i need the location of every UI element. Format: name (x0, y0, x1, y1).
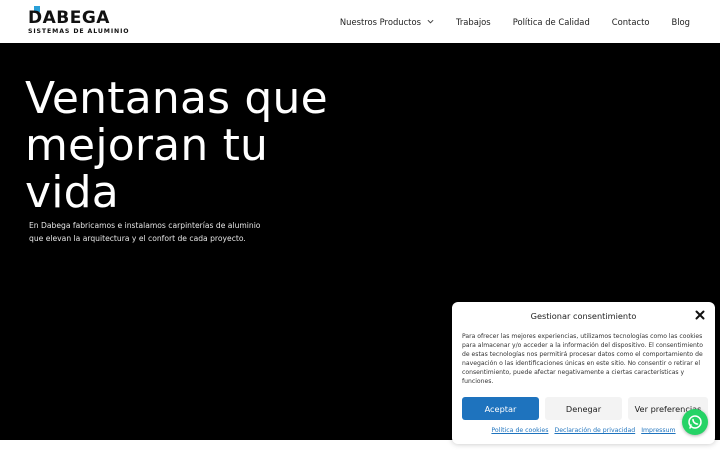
close-icon[interactable] (695, 310, 705, 320)
consent-body-text: Para ofrecer las mejores experiencias, u… (462, 333, 703, 386)
nav-item-trabajos[interactable]: Trabajos (456, 17, 491, 27)
hero-title-line: mejoran tu (25, 120, 269, 171)
hero-title-line: vida (25, 167, 119, 218)
nav-label: Política de Calidad (512, 16, 590, 27)
nav-label: Nuestros Productos (339, 16, 421, 27)
nav-item-politica-calidad[interactable]: Política de Calidad (513, 17, 590, 27)
privacy-statement-link[interactable]: Declaración de privacidad (554, 427, 635, 434)
nav-item-nuestros-productos[interactable]: Nuestros Productos (340, 17, 434, 27)
hero-text-line: que elevan la arquitectura y el confort … (29, 234, 246, 243)
nav-label: Blog (671, 16, 690, 27)
site-header: DABEGA SISTEMAS DE ALUMINIO Nuestros Pro… (0, 0, 720, 43)
hero-title: Ventanas que mejoran tu vida (25, 75, 365, 216)
logo-subtitle: SISTEMAS DE ALUMINIO (28, 28, 130, 35)
nav-item-blog[interactable]: Blog (671, 17, 690, 27)
dabega-logo[interactable]: DABEGA SISTEMAS DE ALUMINIO (28, 6, 129, 36)
hero-text-line: En Dabega fabricamos e instalamos carpin… (29, 221, 261, 230)
nav-label: Contacto (611, 16, 650, 27)
deny-button[interactable]: Denegar (545, 397, 622, 420)
nav-item-contacto[interactable]: Contacto (612, 17, 650, 27)
main-nav: Nuestros Productos Trabajos Política de … (340, 0, 690, 43)
nav-label: Trabajos (455, 16, 491, 27)
hero-title-line: Ventanas que (25, 73, 328, 124)
whatsapp-button[interactable] (682, 409, 708, 435)
accept-button[interactable]: Aceptar (462, 397, 539, 420)
hero-description: En Dabega fabricamos e instalamos carpin… (29, 219, 269, 245)
whatsapp-icon (688, 415, 702, 429)
cookie-policy-link[interactable]: Política de cookies (491, 427, 548, 434)
impressum-link[interactable]: Impressum (641, 427, 675, 434)
consent-title: Gestionar consentimiento (530, 311, 637, 321)
chevron-down-icon (427, 19, 434, 24)
logo-word: DABEGA (28, 8, 110, 28)
cookie-consent-dialog: Gestionar consentimiento Para ofrecer la… (452, 302, 715, 444)
consent-links: Política de cookies Declaración de priva… (452, 427, 715, 434)
